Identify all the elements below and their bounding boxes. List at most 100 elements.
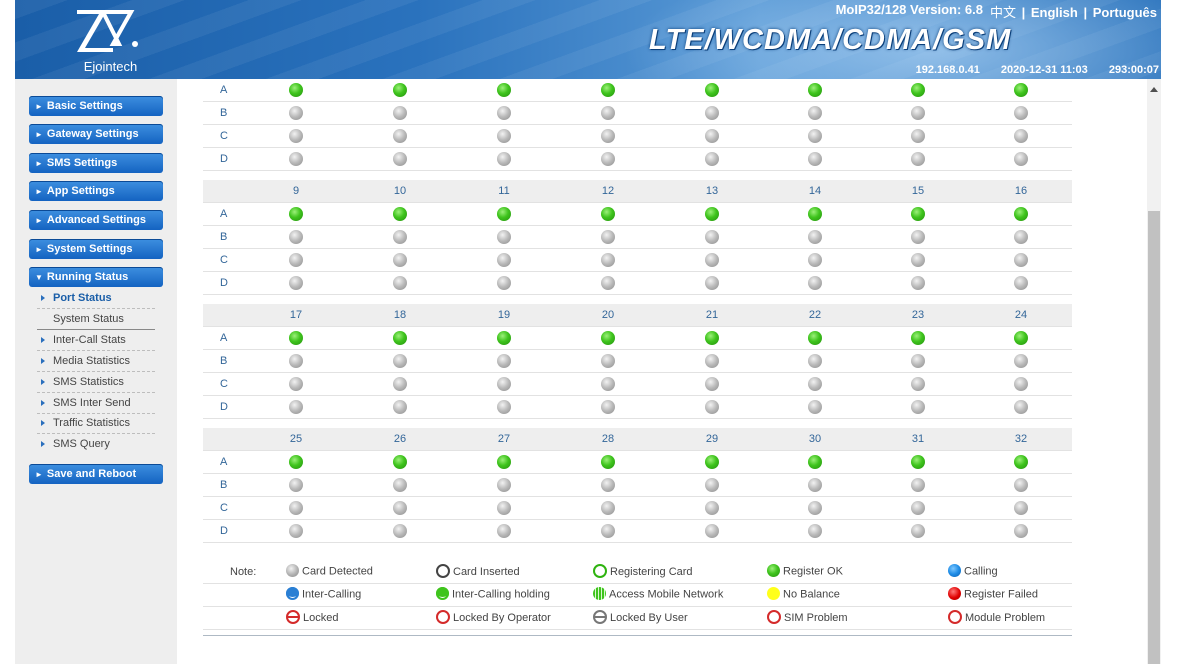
card-detected-icon[interactable] [393,129,407,143]
card-detected-icon[interactable] [601,276,615,290]
card-detected-icon[interactable] [911,377,925,391]
card-detected-icon[interactable] [1014,253,1028,267]
card-detected-icon[interactable] [601,524,615,538]
card-detected-icon[interactable] [601,354,615,368]
menu-app-settings[interactable]: ► App Settings [29,181,163,201]
register-ok-icon[interactable] [808,207,822,221]
card-detected-icon[interactable] [705,478,719,492]
card-detected-icon[interactable] [601,129,615,143]
card-detected-icon[interactable] [497,230,511,244]
card-detected-icon[interactable] [601,478,615,492]
card-detected-icon[interactable] [393,524,407,538]
card-detected-icon[interactable] [808,524,822,538]
card-detected-icon[interactable] [497,478,511,492]
register-ok-icon[interactable] [911,83,925,97]
register-ok-icon[interactable] [808,83,822,97]
menu-save-and-reboot[interactable]: ► Save and Reboot [29,464,163,484]
card-detected-icon[interactable] [601,106,615,120]
submenu-sms-inter-send[interactable]: SMS Inter Send [37,393,155,414]
card-detected-icon[interactable] [601,377,615,391]
register-ok-icon[interactable] [601,207,615,221]
card-detected-icon[interactable] [911,230,925,244]
submenu-sms-statistics[interactable]: SMS Statistics [37,372,155,393]
register-ok-icon[interactable] [601,331,615,345]
card-detected-icon[interactable] [808,230,822,244]
card-detected-icon[interactable] [911,524,925,538]
card-detected-icon[interactable] [393,230,407,244]
register-ok-icon[interactable] [1014,455,1028,469]
card-detected-icon[interactable] [497,501,511,515]
register-ok-icon[interactable] [601,455,615,469]
card-detected-icon[interactable] [1014,152,1028,166]
card-detected-icon[interactable] [1014,377,1028,391]
card-detected-icon[interactable] [497,354,511,368]
card-detected-icon[interactable] [911,253,925,267]
card-detected-icon[interactable] [705,106,719,120]
card-detected-icon[interactable] [808,152,822,166]
card-detected-icon[interactable] [289,152,303,166]
menu-system-settings[interactable]: ► System Settings [29,239,163,259]
card-detected-icon[interactable] [497,152,511,166]
card-detected-icon[interactable] [705,230,719,244]
card-detected-icon[interactable] [911,276,925,290]
register-ok-icon[interactable] [289,331,303,345]
card-detected-icon[interactable] [1014,129,1028,143]
card-detected-icon[interactable] [705,377,719,391]
card-detected-icon[interactable] [393,501,407,515]
card-detected-icon[interactable] [1014,478,1028,492]
card-detected-icon[interactable] [289,276,303,290]
card-detected-icon[interactable] [289,354,303,368]
submenu-system-status[interactable]: System Status [37,309,155,330]
card-detected-icon[interactable] [289,377,303,391]
card-detected-icon[interactable] [601,152,615,166]
register-ok-icon[interactable] [1014,83,1028,97]
card-detected-icon[interactable] [1014,354,1028,368]
register-ok-icon[interactable] [497,331,511,345]
card-detected-icon[interactable] [393,377,407,391]
scrollbar-thumb[interactable] [1148,211,1160,664]
card-detected-icon[interactable] [393,400,407,414]
card-detected-icon[interactable] [289,478,303,492]
register-ok-icon[interactable] [911,207,925,221]
card-detected-icon[interactable] [911,501,925,515]
menu-gateway-settings[interactable]: ► Gateway Settings [29,124,163,144]
menu-advanced-settings[interactable]: ► Advanced Settings [29,210,163,230]
card-detected-icon[interactable] [911,478,925,492]
card-detected-icon[interactable] [497,129,511,143]
card-detected-icon[interactable] [911,152,925,166]
card-detected-icon[interactable] [808,400,822,414]
scroll-up-icon[interactable] [1150,87,1158,92]
card-detected-icon[interactable] [289,129,303,143]
register-ok-icon[interactable] [393,207,407,221]
card-detected-icon[interactable] [289,253,303,267]
card-detected-icon[interactable] [808,129,822,143]
card-detected-icon[interactable] [1014,524,1028,538]
register-ok-icon[interactable] [911,455,925,469]
card-detected-icon[interactable] [808,377,822,391]
card-detected-icon[interactable] [601,230,615,244]
card-detected-icon[interactable] [1014,276,1028,290]
register-ok-icon[interactable] [705,331,719,345]
card-detected-icon[interactable] [393,478,407,492]
card-detected-icon[interactable] [393,354,407,368]
card-detected-icon[interactable] [705,129,719,143]
card-detected-icon[interactable] [497,400,511,414]
card-detected-icon[interactable] [497,524,511,538]
card-detected-icon[interactable] [1014,106,1028,120]
register-ok-icon[interactable] [1014,207,1028,221]
menu-running-status[interactable]: ▼ Running Status [29,267,163,287]
register-ok-icon[interactable] [393,455,407,469]
register-ok-icon[interactable] [911,331,925,345]
card-detected-icon[interactable] [497,253,511,267]
card-detected-icon[interactable] [808,276,822,290]
card-detected-icon[interactable] [601,400,615,414]
card-detected-icon[interactable] [808,501,822,515]
register-ok-icon[interactable] [705,207,719,221]
lang-chinese-link[interactable]: 中文 [990,5,1016,20]
lang-english-link[interactable]: English [1031,5,1078,20]
card-detected-icon[interactable] [705,501,719,515]
card-detected-icon[interactable] [911,400,925,414]
card-detected-icon[interactable] [497,377,511,391]
submenu-traffic-statistics[interactable]: Traffic Statistics [37,413,155,434]
register-ok-icon[interactable] [1014,331,1028,345]
